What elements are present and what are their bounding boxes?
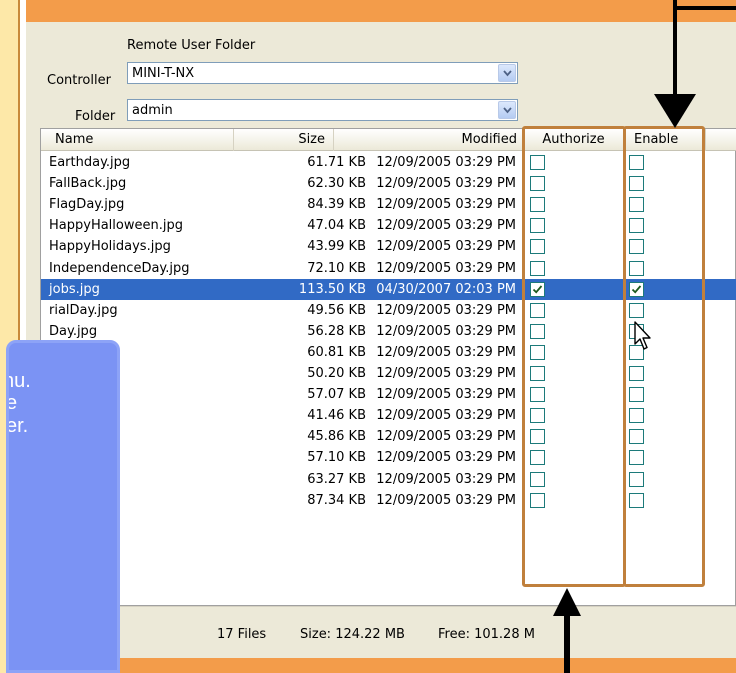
controller-label: Controller [47, 73, 111, 88]
top-border [0, 0, 736, 22]
file-size: 57.10 KB [307, 450, 366, 466]
file-name: FlagDay.jpg [49, 197, 125, 213]
file-name: HappyHalloween.jpg [49, 218, 183, 234]
file-size: 84.39 KB [307, 197, 366, 213]
status-bar: 17 Files Size: 124.22 MB Free: 101.28 M [26, 606, 736, 658]
callout-line-1: nu. [9, 370, 31, 392]
file-size: 49.56 KB [307, 302, 366, 318]
arrow-bottom-vertical [564, 614, 570, 673]
file-modified: 12/09/2005 03:29 PM [376, 323, 516, 339]
file-size: 57.07 KB [307, 387, 366, 403]
arrow-top-vertical [673, 6, 677, 96]
file-modified: 12/09/2005 03:29 PM [376, 302, 516, 318]
status-file-count: 17 Files [217, 627, 267, 642]
status-free: Free: 101.28 M [438, 627, 535, 642]
file-size: 50.20 KB [307, 366, 366, 381]
column-header-size[interactable]: Size [234, 129, 334, 151]
status-size: Size: 124.22 MB [300, 627, 405, 642]
folder-select[interactable]: admin [127, 99, 518, 121]
file-modified: 12/09/2005 03:29 PM [376, 408, 516, 424]
chevron-down-icon[interactable] [498, 64, 516, 82]
file-modified: 12/09/2005 03:29 PM [376, 471, 516, 487]
file-name: Day.jpg [49, 323, 98, 339]
mouse-cursor-icon [634, 321, 651, 350]
folder-value: admin [132, 103, 173, 118]
file-modified: 12/09/2005 03:29 PM [376, 387, 516, 403]
authorize-column-highlight [522, 126, 626, 587]
file-modified: 12/09/2005 03:29 PM [376, 450, 516, 466]
callout-line-3: er. [6, 415, 29, 437]
file-modified: 04/30/2007 02:03 PM [376, 281, 516, 297]
controller-select[interactable]: MINI-T-NX [127, 62, 518, 84]
file-size: 87.34 KB [307, 492, 366, 508]
chevron-down-icon[interactable] [498, 101, 516, 119]
file-modified: 12/09/2005 03:29 PM [376, 260, 516, 276]
file-size: 72.10 KB [307, 260, 366, 276]
callout-line-2: e [6, 392, 18, 414]
bottom-border [26, 658, 736, 673]
column-header-name[interactable]: Name [41, 129, 234, 151]
arrow-down-head-icon [654, 94, 696, 128]
folder-label: Folder [75, 109, 116, 124]
file-modified: 12/09/2005 03:29 PM [376, 155, 516, 170]
file-size: 63.27 KB [307, 471, 366, 487]
file-size: 47.04 KB [307, 218, 366, 234]
file-name: Earthday.jpg [49, 155, 131, 170]
file-name: rialDay.jpg [49, 302, 118, 318]
file-modified: 12/09/2005 03:29 PM [376, 218, 516, 234]
file-size: 56.28 KB [307, 323, 366, 339]
screenshot-stage: Remote User Folder Controller MINI-T-NX … [0, 0, 736, 673]
file-modified: 12/09/2005 03:29 PM [376, 239, 516, 255]
file-name: FallBack.jpg [49, 176, 127, 192]
file-size: 41.46 KB [307, 408, 366, 424]
file-modified: 12/09/2005 03:29 PM [376, 492, 516, 508]
file-modified: 12/09/2005 03:29 PM [376, 429, 516, 445]
arrow-top-horizontal [673, 6, 736, 10]
file-modified: 12/09/2005 03:29 PM [376, 366, 516, 381]
file-modified: 12/09/2005 03:29 PM [376, 197, 516, 213]
arrow-up-head-icon [553, 588, 581, 616]
file-name: jobs.jpg [49, 281, 100, 297]
enable-column-highlight [623, 126, 705, 587]
column-header-modified[interactable]: Modified [334, 129, 524, 151]
section-label: Remote User Folder [127, 38, 256, 53]
file-size: 45.86 KB [307, 429, 366, 445]
controller-value: MINI-T-NX [132, 66, 195, 81]
file-modified: 12/09/2005 03:29 PM [376, 176, 516, 192]
file-name: HappyHolidays.jpg [49, 239, 171, 255]
tutorial-callout: nu. e er. [6, 340, 120, 673]
file-size: 61.71 KB [307, 155, 366, 170]
file-size: 62.30 KB [307, 176, 366, 192]
file-size: 113.50 KB [298, 281, 366, 297]
file-modified: 12/09/2005 03:29 PM [376, 344, 516, 360]
file-size: 60.81 KB [307, 344, 366, 360]
file-size: 43.99 KB [307, 239, 366, 255]
file-name: IndependenceDay.jpg [49, 260, 190, 276]
column-header-empty [706, 129, 736, 151]
